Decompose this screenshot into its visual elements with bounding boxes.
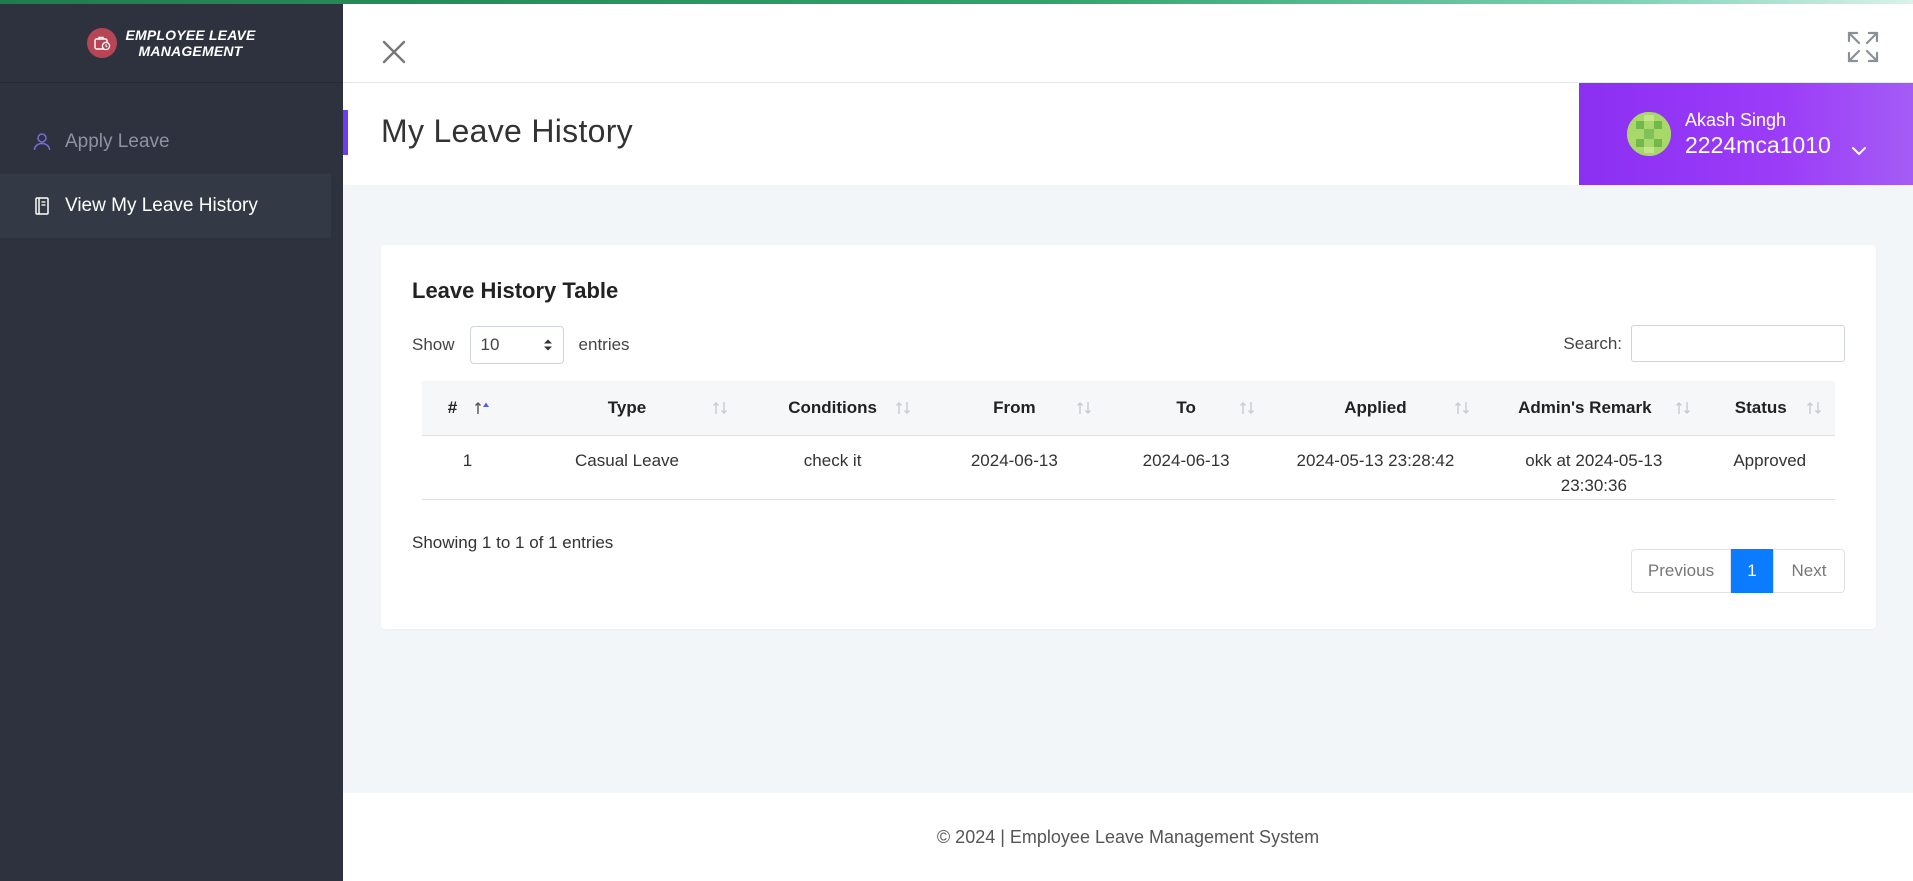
entries-label: entries bbox=[578, 335, 630, 354]
main-content: My Leave History Akash Singh 2224mca1010 bbox=[343, 0, 1913, 881]
sidebar-item-view-leave-history[interactable]: View My Leave History bbox=[0, 174, 331, 238]
user-name: Akash Singh bbox=[1685, 110, 1787, 130]
cell-admin-remark: okk at 2024-05-13 23:30:36 bbox=[1483, 435, 1705, 500]
column-header-to[interactable]: To bbox=[1104, 381, 1268, 436]
select-arrows-icon bbox=[543, 339, 552, 351]
cell-from: 2024-06-13 bbox=[924, 435, 1105, 500]
column-header-admin-remark[interactable]: Admin's Remark bbox=[1483, 381, 1705, 436]
top-header bbox=[343, 4, 1913, 83]
column-header-status[interactable]: Status bbox=[1704, 381, 1835, 436]
page-header: My Leave History Akash Singh 2224mca1010 bbox=[343, 83, 1913, 185]
cell-to: 2024-06-13 bbox=[1104, 435, 1268, 500]
sort-icon bbox=[1239, 402, 1254, 414]
card-title: Leave History Table bbox=[412, 278, 619, 303]
title-accent-bar bbox=[343, 110, 348, 155]
previous-page-button[interactable]: Previous bbox=[1631, 549, 1731, 593]
cell-applied: 2024-05-13 23:28:42 bbox=[1267, 435, 1484, 500]
column-label: Status bbox=[1734, 398, 1787, 417]
cell-number: 1 bbox=[422, 435, 513, 500]
sidebar: Employee Leave Management Apply Leave Vi… bbox=[0, 0, 343, 881]
remark-line1: okk at 2024-05-13 bbox=[1525, 451, 1663, 470]
sort-icon bbox=[1455, 402, 1470, 414]
status-badge: Approved bbox=[1704, 435, 1835, 500]
page-title: My Leave History bbox=[381, 113, 633, 149]
chevron-down-icon[interactable] bbox=[1851, 143, 1867, 161]
user-id: 2224mca1010 bbox=[1685, 132, 1831, 158]
leave-history-table: # Type Conditions From To Applied Admin'… bbox=[422, 381, 1835, 500]
sidebar-item-label: View My Leave History bbox=[65, 195, 258, 216]
user-icon bbox=[33, 133, 51, 151]
remark-line2: 23:30:36 bbox=[1560, 476, 1627, 495]
sort-icon bbox=[896, 402, 911, 414]
table-info: Showing 1 to 1 of 1 entries bbox=[412, 533, 614, 552]
sort-icon bbox=[1807, 402, 1821, 414]
table-row: 1 Casual Leave check it 2024-06-13 2024-… bbox=[422, 435, 1835, 500]
sort-icon bbox=[1676, 402, 1691, 414]
brand-logo[interactable]: Employee Leave Management bbox=[0, 4, 343, 83]
top-gradient-bar bbox=[0, 0, 1913, 4]
briefcase-clock-icon bbox=[87, 28, 118, 58]
column-label: Conditions bbox=[788, 398, 877, 417]
column-header-number[interactable]: # bbox=[422, 381, 513, 436]
avatar bbox=[1627, 112, 1671, 156]
column-label: Applied bbox=[1344, 398, 1407, 417]
cell-conditions: check it bbox=[741, 435, 925, 500]
user-menu[interactable]: Akash Singh 2224mca1010 bbox=[1579, 83, 1913, 185]
column-label: Admin's Remark bbox=[1518, 398, 1652, 417]
pagination: Previous 1 Next bbox=[1631, 549, 1845, 593]
sort-icon bbox=[1076, 402, 1091, 414]
footer-text: © 2024 | Employee Leave Management Syste… bbox=[936, 826, 1320, 847]
brand-line2: Management bbox=[138, 43, 243, 59]
column-label: To bbox=[1176, 398, 1196, 417]
document-icon bbox=[35, 197, 49, 215]
fullscreen-icon[interactable] bbox=[1846, 30, 1880, 69]
next-page-button[interactable]: Next bbox=[1773, 549, 1845, 593]
sidebar-nav: Apply Leave View My Leave History bbox=[0, 110, 331, 238]
footer: © 2024 | Employee Leave Management Syste… bbox=[343, 793, 1913, 881]
brand-name: Employee Leave Management bbox=[125, 27, 255, 59]
close-icon[interactable] bbox=[382, 40, 406, 69]
search-label: Search: bbox=[1563, 333, 1622, 353]
sidebar-item-apply-leave[interactable]: Apply Leave bbox=[0, 110, 331, 174]
column-header-conditions[interactable]: Conditions bbox=[741, 381, 925, 436]
column-label: From bbox=[993, 398, 1036, 417]
column-label: # bbox=[447, 398, 458, 417]
sort-icon bbox=[713, 402, 728, 414]
table-header-row: # Type Conditions From To Applied Admin'… bbox=[422, 381, 1835, 436]
brand-line1: Employee Leave bbox=[125, 27, 256, 43]
entries-value: 10 bbox=[480, 335, 500, 354]
sidebar-item-label: Apply Leave bbox=[65, 131, 170, 152]
page-1-button[interactable]: 1 bbox=[1731, 549, 1773, 593]
table-search: Search: bbox=[1563, 325, 1845, 362]
column-header-type[interactable]: Type bbox=[512, 381, 742, 436]
cell-type: Casual Leave bbox=[512, 435, 742, 500]
column-header-applied[interactable]: Applied bbox=[1267, 381, 1484, 436]
leave-history-card: Leave History Table Show 10 entries Sear… bbox=[381, 245, 1876, 629]
sort-ascending-icon bbox=[474, 402, 489, 414]
column-header-from[interactable]: From bbox=[924, 381, 1105, 436]
entries-length-control: Show 10 entries bbox=[412, 326, 630, 364]
search-input[interactable] bbox=[1631, 325, 1845, 362]
show-label: Show bbox=[412, 335, 455, 354]
column-label: Type bbox=[607, 398, 647, 417]
entries-select[interactable]: 10 bbox=[469, 326, 564, 364]
